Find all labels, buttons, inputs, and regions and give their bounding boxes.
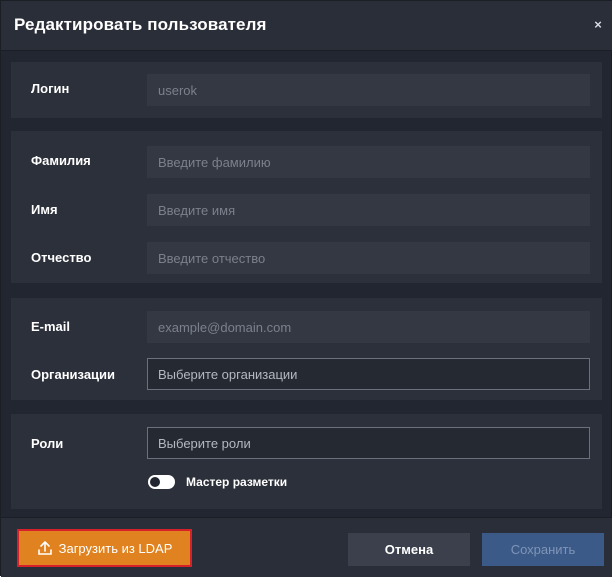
dialog-header: Редактировать пользователя ×	[1, 1, 612, 51]
load-from-ldap-button[interactable]: Загрузить из LDAP	[17, 529, 192, 567]
contact-section: E-mail example@domain.com Организации Вы…	[11, 298, 602, 400]
dialog-title: Редактировать пользователя	[14, 15, 267, 34]
last-name-label: Фамилия	[31, 153, 91, 168]
first-name-label: Имя	[31, 202, 58, 217]
patronymic-placeholder: Введите отчество	[158, 251, 266, 266]
last-name-field[interactable]: Введите фамилию	[147, 146, 590, 178]
email-label: E-mail	[31, 319, 71, 334]
login-label: Логин	[31, 81, 70, 96]
close-icon: ×	[594, 17, 602, 32]
last-name-placeholder: Введите фамилию	[158, 155, 271, 170]
email-field[interactable]: example@domain.com	[147, 311, 590, 343]
markup-master-toggle[interactable]	[148, 475, 175, 489]
markup-master-label: Мастер разметки	[186, 475, 288, 489]
first-name-placeholder: Введите имя	[158, 203, 236, 218]
roles-label: Роли	[31, 436, 64, 451]
ldap-button-content: Загрузить из LDAP	[23, 535, 186, 561]
save-button-label: Сохранить	[510, 542, 576, 557]
first-name-field[interactable]: Введите имя	[147, 194, 590, 226]
patronymic-label: Отчество	[31, 250, 92, 265]
upload-icon	[37, 541, 52, 555]
patronymic-field[interactable]: Введите отчество	[147, 242, 590, 274]
ldap-button-label: Загрузить из LDAP	[58, 540, 173, 556]
edit-user-dialog: Редактировать пользователя × Логин usero…	[0, 0, 612, 577]
login-section: Логин userok	[11, 62, 602, 118]
save-button[interactable]: Сохранить	[482, 533, 604, 566]
roles-select[interactable]: Выберите роли	[147, 427, 590, 459]
organizations-label: Организации	[31, 367, 116, 382]
roles-placeholder: Выберите роли	[158, 436, 251, 451]
toggle-knob	[150, 477, 160, 487]
roles-section: Роли Выберите роли	[11, 414, 602, 509]
cancel-button-label: Отмена	[384, 542, 434, 557]
login-field[interactable]: userok	[147, 74, 590, 106]
login-value: userok	[158, 83, 198, 98]
close-button[interactable]: ×	[590, 16, 606, 34]
organizations-placeholder: Выберите организации	[158, 367, 298, 382]
cancel-button[interactable]: Отмена	[348, 533, 470, 566]
name-section: Фамилия Введите фамилию Имя Введите имя …	[11, 131, 602, 283]
organizations-select[interactable]: Выберите организации	[147, 358, 590, 390]
email-placeholder: example@domain.com	[158, 320, 292, 335]
